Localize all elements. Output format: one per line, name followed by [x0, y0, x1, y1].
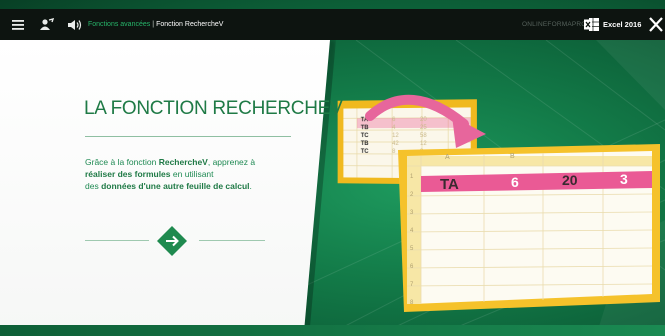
user-share-icon[interactable] [36, 9, 56, 40]
close-icon[interactable] [648, 9, 664, 40]
desc-text: . [249, 181, 252, 191]
excel-icon [584, 18, 599, 31]
app-version: Excel 2016 [603, 20, 642, 29]
slide-title: LA FONCTION RECHERCHEV [84, 98, 343, 119]
nav-line-left [85, 240, 149, 241]
desc-emphasis: données d'une autre feuille de calcul [101, 181, 250, 191]
slide-stage: Fonctions avancées | Fonction RechercheV… [0, 0, 665, 336]
desc-text: , apprenez à [207, 157, 256, 167]
desc-emphasis: RechercheV [158, 157, 208, 167]
curved-arrow-icon [365, 94, 486, 148]
desc-text: des [85, 181, 102, 191]
desc-emphasis: réaliser des formules [85, 169, 171, 179]
top-bar: Fonctions avancées | Fonction RechercheV… [0, 9, 665, 40]
desc-text: Grâce à la fonction [85, 157, 159, 167]
brand-label: ONLINEFORMAPRO [522, 21, 587, 28]
audio-icon[interactable] [64, 9, 84, 40]
breadcrumb-separator: | [152, 21, 155, 28]
breadcrumb-current: Fonction RechercheV [156, 21, 224, 28]
next-button[interactable] [157, 226, 187, 256]
breadcrumb: Fonctions avancées | Fonction RechercheV [88, 9, 223, 40]
desc-text: en utilisant [170, 169, 214, 179]
menu-icon[interactable] [8, 9, 28, 40]
breadcrumb-section[interactable]: Fonctions avancées [88, 21, 150, 28]
nav-line-right [199, 240, 265, 241]
title-divider [85, 136, 291, 137]
slide-description: Grâce à la fonction RechercheV, apprenez… [85, 156, 295, 192]
